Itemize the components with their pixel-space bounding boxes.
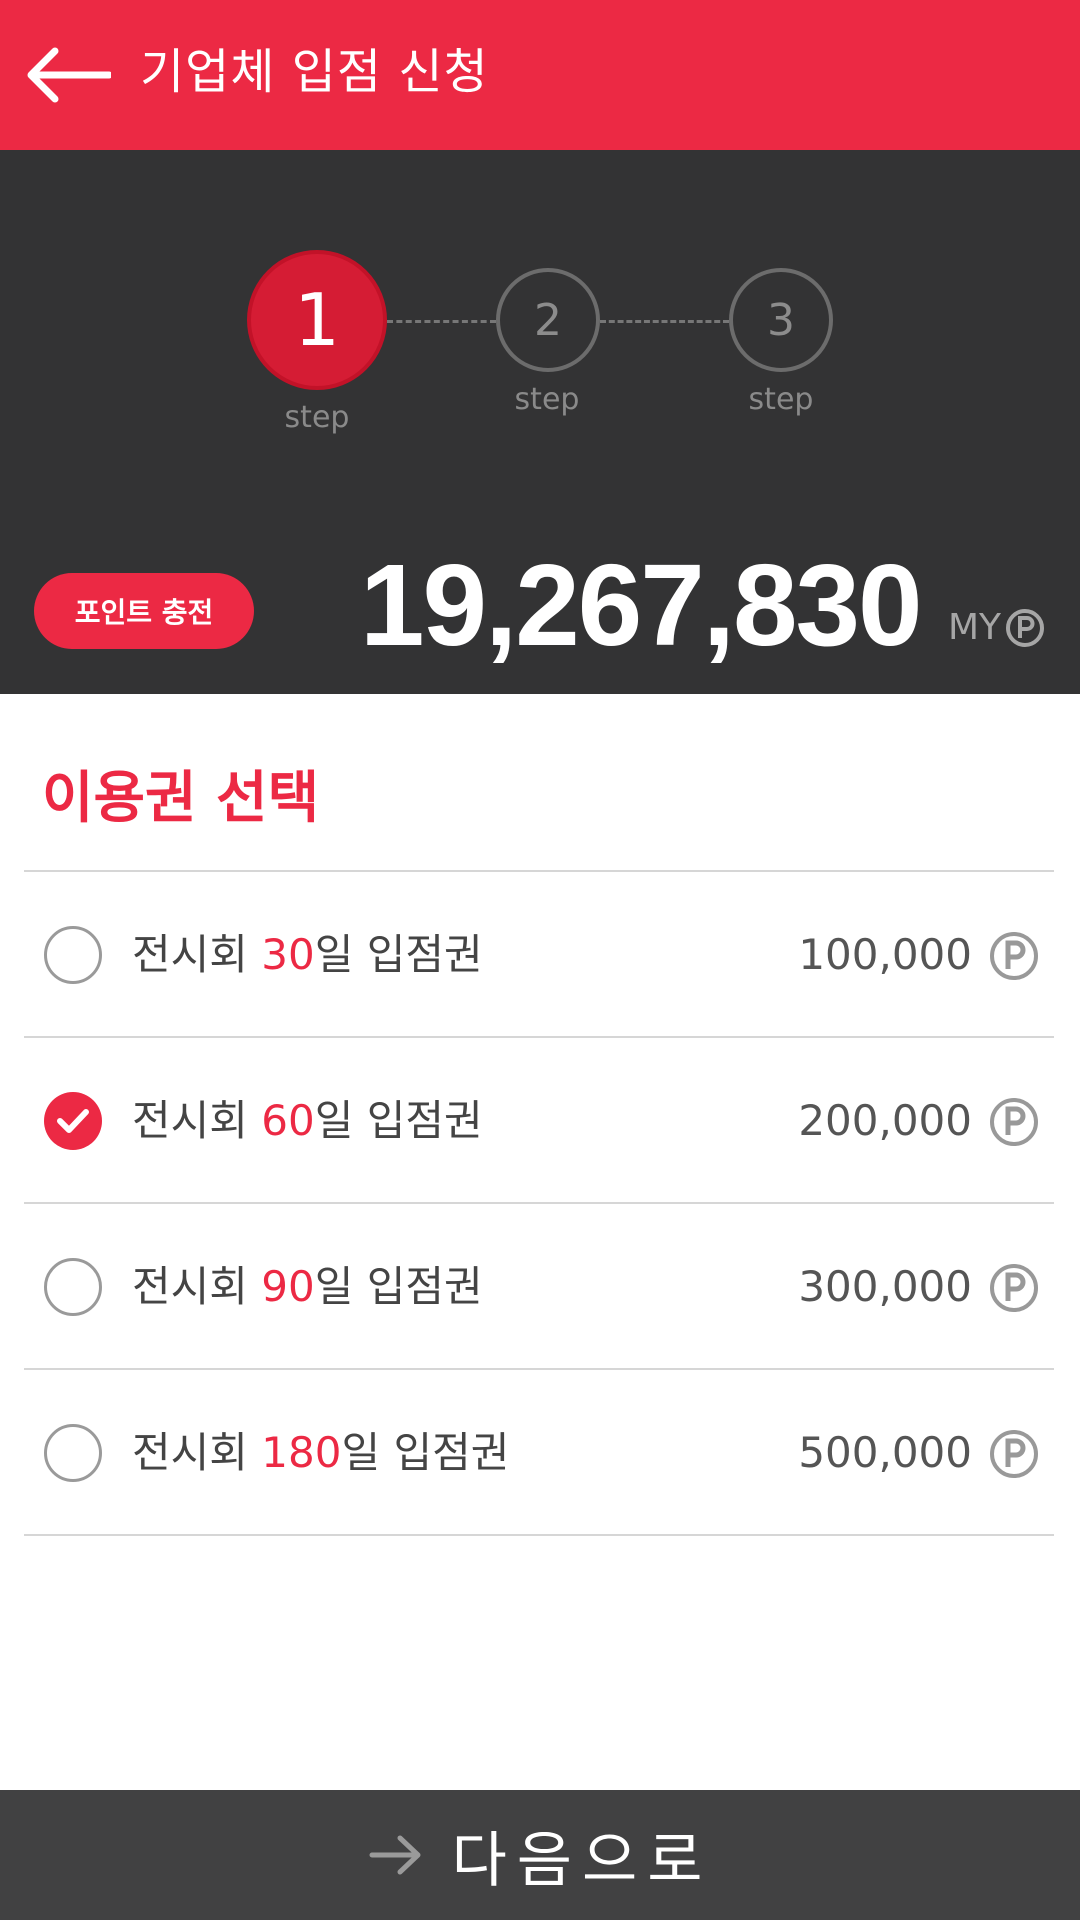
step-number: 2 — [534, 294, 562, 346]
option-label: 전시회 90일 입점권 — [132, 1262, 483, 1312]
radio-checked-icon[interactable] — [44, 1092, 102, 1150]
checkmark-icon — [57, 1109, 89, 1133]
point-icon — [990, 1098, 1038, 1146]
next-button-label: 다음으로 — [451, 1825, 713, 1896]
point-icon — [1006, 609, 1045, 647]
option-prefix: 전시회 — [132, 1428, 262, 1477]
point-balance: 19,267,830 — [360, 540, 923, 670]
ticket-option-180[interactable]: 전시회 180일 입점권 500,000 — [24, 1370, 1054, 1534]
step-label: step — [514, 382, 580, 417]
option-suffix: 일 입점권 — [314, 1262, 483, 1311]
back-button[interactable] — [22, 40, 114, 110]
option-label: 전시회 30일 입점권 — [132, 930, 483, 980]
step-label: step — [748, 382, 814, 417]
step-label: step — [284, 400, 350, 435]
next-button[interactable]: 다음으로 — [0, 1790, 1080, 1920]
point-icon — [990, 1264, 1038, 1312]
balance-unit-label: MY — [948, 607, 1002, 648]
option-prefix: 전시회 — [132, 1262, 262, 1311]
radio-unchecked-icon[interactable] — [44, 926, 102, 984]
balance-unit: MY — [948, 606, 1045, 650]
ticket-option-list: 전시회 30일 입점권 100,000 전시회 60일 입점권 200,000 … — [24, 870, 1054, 1536]
option-suffix: 일 입점권 — [314, 1096, 483, 1145]
option-price: 200,000 — [798, 1096, 972, 1145]
divider — [24, 1534, 1054, 1536]
step-number: 1 — [294, 278, 340, 362]
radio-unchecked-icon[interactable] — [44, 1258, 102, 1316]
step-connector — [600, 320, 729, 323]
radio-unchecked-icon[interactable] — [44, 1424, 102, 1482]
option-price: 500,000 — [798, 1428, 972, 1477]
option-label: 전시회 60일 입점권 — [132, 1096, 483, 1146]
point-charge-button[interactable]: 포인트 충전 — [34, 573, 254, 649]
ticket-option-60[interactable]: 전시회 60일 입점권 200,000 — [24, 1038, 1054, 1202]
step-number: 3 — [767, 294, 795, 346]
ticket-option-90[interactable]: 전시회 90일 입점권 300,000 — [24, 1204, 1054, 1368]
ticket-option-30[interactable]: 전시회 30일 입점권 100,000 — [24, 872, 1054, 1036]
option-suffix: 일 입점권 — [341, 1428, 510, 1477]
step-1-indicator: 1 — [247, 250, 387, 390]
step-connector — [387, 320, 496, 323]
option-days: 180 — [261, 1428, 342, 1477]
option-days: 60 — [261, 1096, 315, 1145]
point-icon — [990, 1430, 1038, 1478]
option-price: 100,000 — [798, 930, 972, 979]
option-days: 90 — [261, 1262, 315, 1311]
option-suffix: 일 입점권 — [314, 930, 483, 979]
option-price: 300,000 — [798, 1262, 972, 1311]
step-3-indicator: 3 — [729, 268, 833, 372]
arrow-left-icon — [27, 47, 111, 103]
option-prefix: 전시회 — [132, 930, 262, 979]
app-header: 기업체 입점 신청 — [0, 0, 1080, 150]
section-title: 이용권 선택 — [42, 766, 320, 831]
option-label: 전시회 180일 입점권 — [132, 1428, 509, 1478]
page-title: 기업체 입점 신청 — [140, 44, 489, 100]
option-days: 30 — [261, 930, 315, 979]
step-2-indicator: 2 — [496, 268, 600, 372]
point-icon — [990, 932, 1038, 980]
arrow-right-icon — [369, 1835, 421, 1875]
option-prefix: 전시회 — [132, 1096, 262, 1145]
